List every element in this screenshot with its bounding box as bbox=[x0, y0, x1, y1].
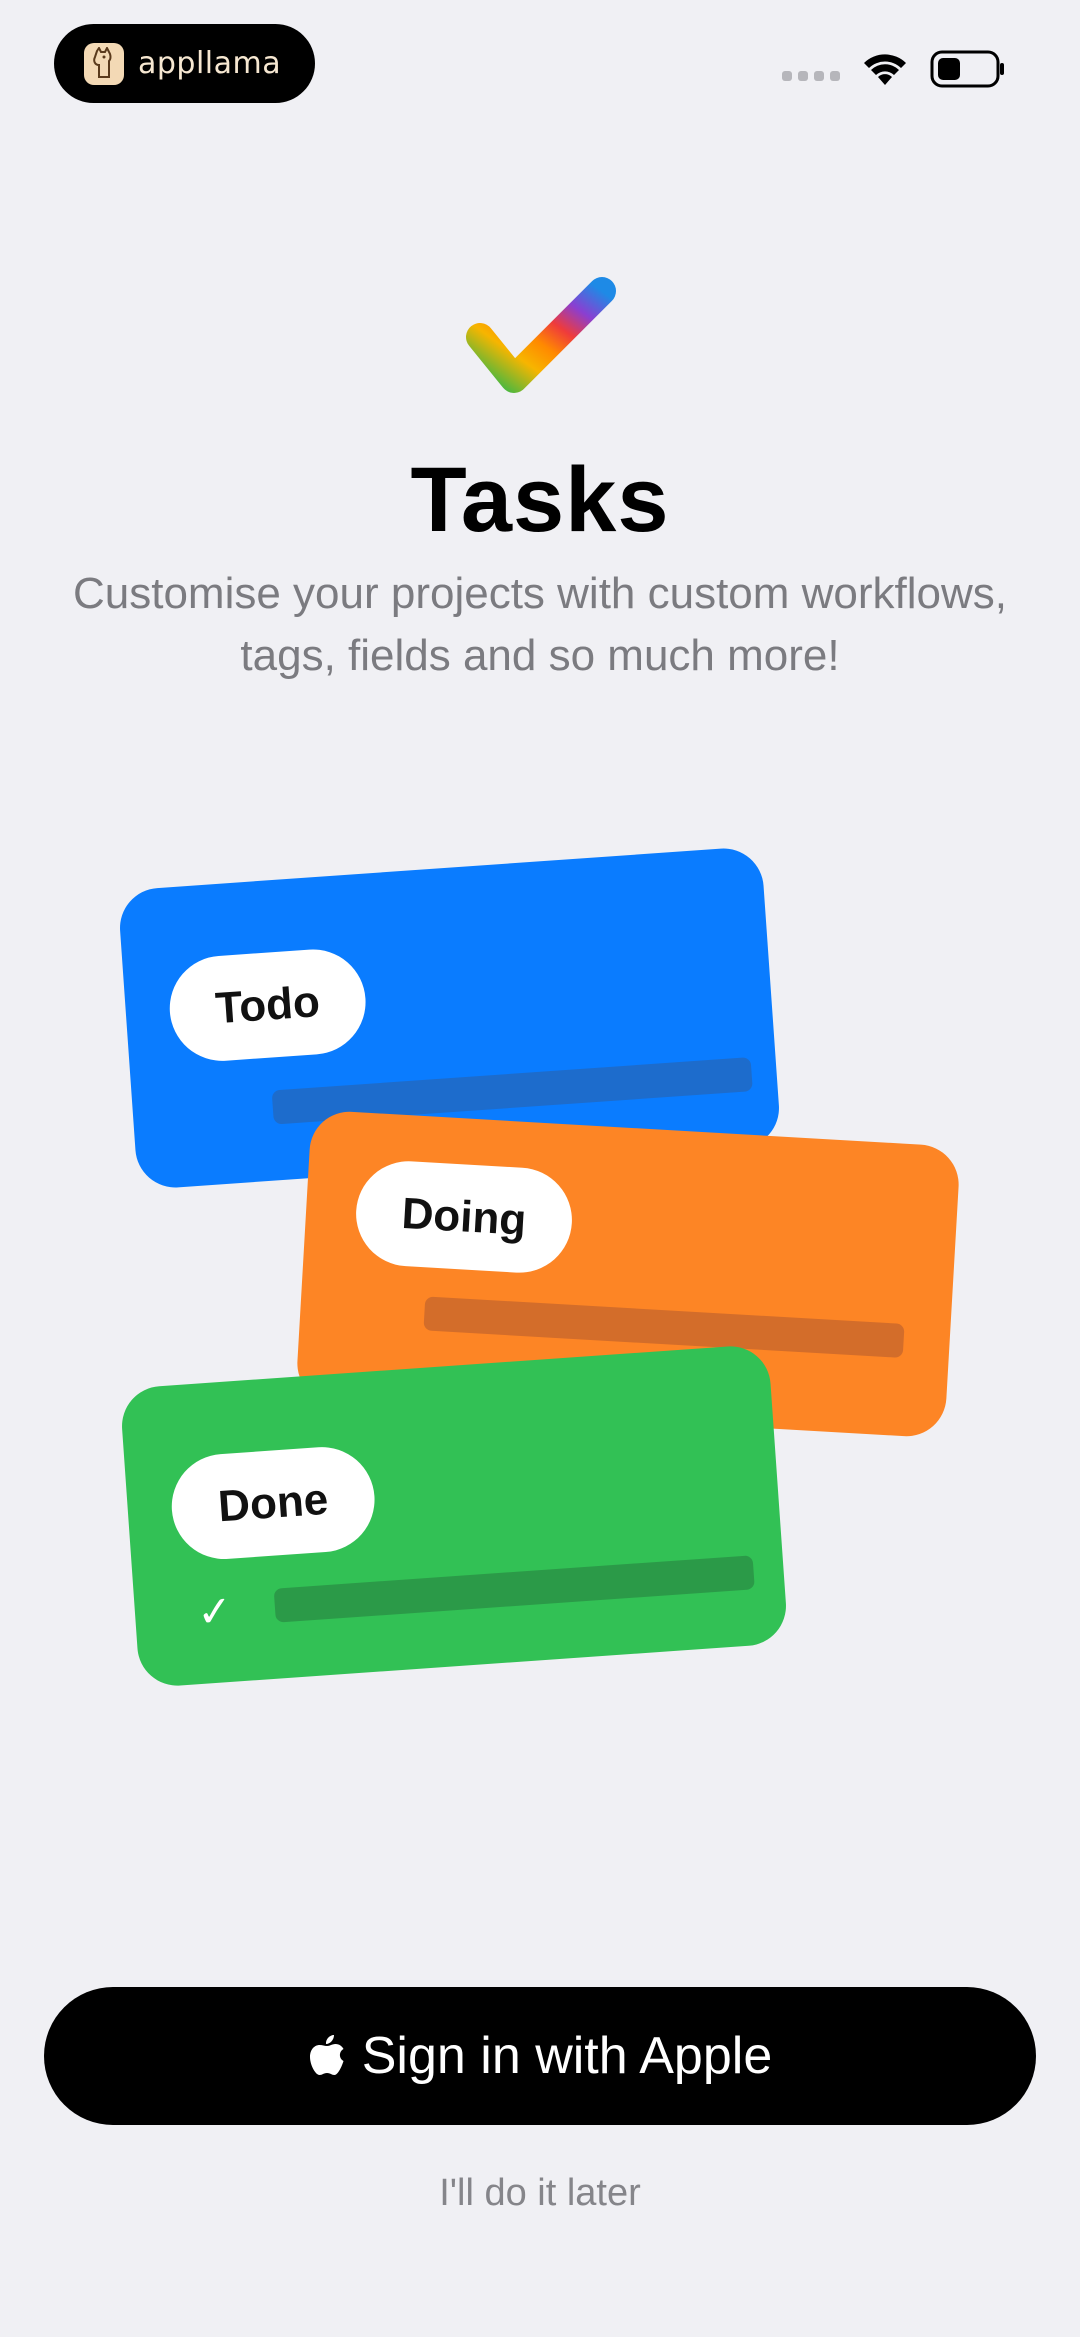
do-it-later-link[interactable]: I'll do it later bbox=[0, 2172, 1080, 2215]
doing-chip: Doing bbox=[353, 1158, 575, 1276]
sign-in-label: Sign in with Apple bbox=[361, 2027, 773, 2085]
cellular-dots-icon bbox=[782, 71, 840, 81]
brand-name: appllama bbox=[138, 46, 282, 81]
sign-in-with-apple-button[interactable]: Sign in with Apple bbox=[44, 1987, 1036, 2125]
todo-chip: Todo bbox=[166, 945, 370, 1065]
llama-logo-icon bbox=[84, 42, 124, 85]
battery-icon bbox=[930, 50, 1004, 88]
done-chip: Done bbox=[168, 1443, 379, 1563]
appllama-badge[interactable]: appllama bbox=[54, 24, 315, 103]
checkmark-icon: ✓ bbox=[195, 1585, 234, 1638]
wifi-icon bbox=[864, 54, 906, 85]
status-icons bbox=[782, 50, 1006, 88]
page-subtitle: Customise your projects with custom work… bbox=[72, 569, 1008, 680]
page-title: Tasks bbox=[410, 449, 670, 551]
doing-placeholder-bar bbox=[423, 1296, 905, 1358]
apple-logo-icon bbox=[309, 2035, 344, 2075]
done-placeholder-bar bbox=[273, 1555, 755, 1623]
done-card: Done ✓ bbox=[119, 1343, 789, 1689]
rainbow-check-icon bbox=[466, 277, 616, 393]
